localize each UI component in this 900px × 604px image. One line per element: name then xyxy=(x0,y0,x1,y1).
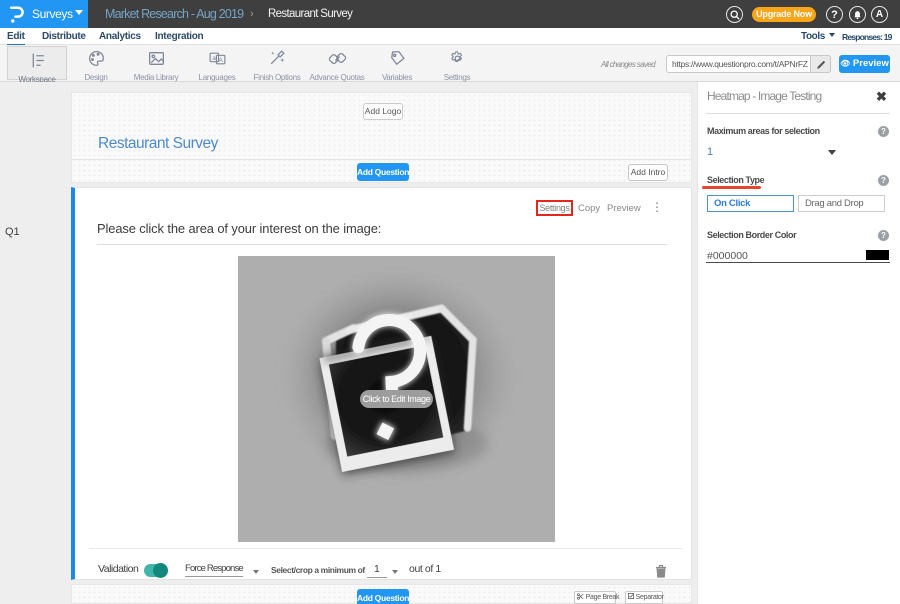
svg-text:Click to Edit Image: Click to Edit Image xyxy=(363,394,431,404)
svg-text:A: A xyxy=(218,57,223,64)
svg-text:a: a xyxy=(212,55,216,62)
